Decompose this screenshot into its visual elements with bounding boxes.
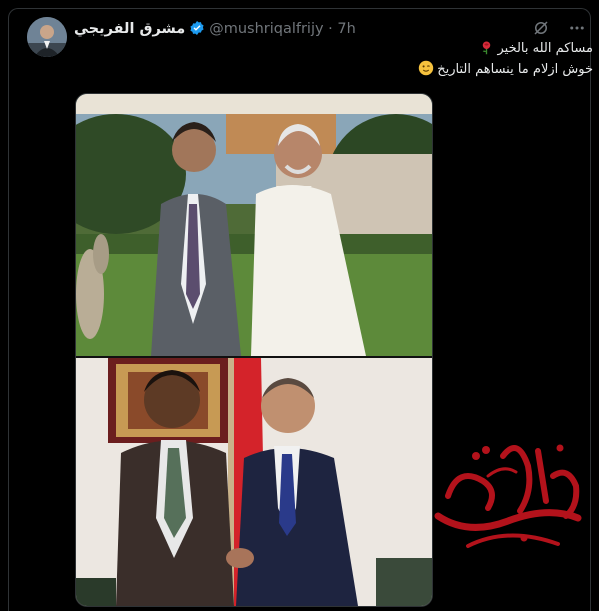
watermark-calligraphy bbox=[428, 426, 588, 556]
tweet-line-1: مساكم الله بالخير bbox=[33, 38, 593, 59]
rose-emoji bbox=[479, 40, 494, 55]
tweet-line-1-text: مساكم الله بالخير bbox=[497, 41, 593, 56]
grok-icon[interactable] bbox=[529, 16, 553, 40]
timestamp[interactable]: 7h bbox=[337, 21, 355, 37]
tweet-header: مشرق الفريجي @mushriqalfrijy · 7h bbox=[74, 20, 356, 40]
winking-face-emoji bbox=[419, 60, 434, 76]
tweet-actions bbox=[529, 16, 589, 40]
tweet-line-2-text: خوش ازلام ما ينساهم التاريخ bbox=[437, 62, 593, 77]
more-options-icon[interactable] bbox=[565, 16, 589, 40]
tweet-media[interactable] bbox=[75, 93, 433, 607]
author-handle[interactable]: @mushriqalfrijy bbox=[209, 21, 323, 37]
tweet-text: مساكم الله بالخير خوش ازلام ما ينساهم ال… bbox=[33, 38, 593, 80]
photo-handshake[interactable] bbox=[76, 358, 432, 606]
tweet-line-2: خوش ازلام ما ينساهم التاريخ bbox=[33, 59, 593, 80]
separator-dot: · bbox=[323, 21, 338, 37]
author-name[interactable]: مشرق الفريجي bbox=[74, 21, 185, 37]
verified-badge-icon bbox=[189, 20, 205, 40]
photo-garden[interactable] bbox=[76, 94, 432, 356]
